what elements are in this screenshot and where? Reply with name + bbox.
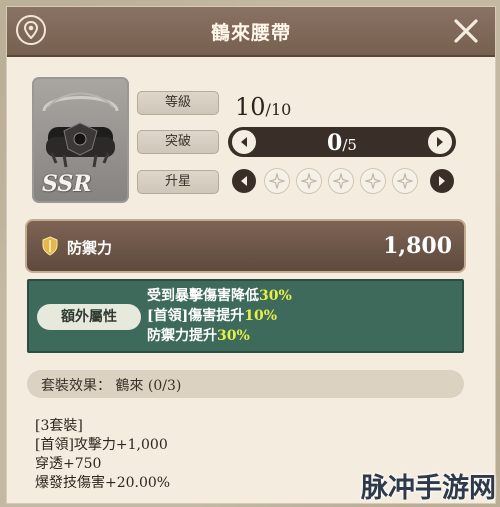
extra-line-text: [首領]傷害提升 bbox=[147, 308, 245, 324]
extra-line-value: 10% bbox=[244, 308, 278, 324]
extra-line-3: 防禦力提升30% bbox=[147, 325, 250, 345]
star-slot-2 bbox=[296, 168, 322, 194]
set-effect-line-4: 爆發技傷害+20.00% bbox=[35, 475, 171, 491]
star-next-button[interactable] bbox=[430, 169, 454, 193]
extra-attributes-label: 額外屬性 bbox=[37, 304, 141, 330]
star-rating bbox=[232, 168, 456, 196]
close-button[interactable] bbox=[451, 16, 481, 46]
chevron-right-icon bbox=[437, 137, 443, 147]
breakthrough-bar: 0/5 bbox=[228, 127, 456, 157]
set-effect-line-1: [3套裝] bbox=[35, 418, 83, 434]
close-icon bbox=[454, 19, 478, 43]
chevron-right-icon bbox=[439, 176, 445, 186]
empty-star-icon bbox=[365, 173, 381, 189]
site-watermark: 脉冲手游网 bbox=[361, 473, 496, 504]
extra-line-2: [首領]傷害提升10% bbox=[147, 305, 277, 325]
star-slot-1 bbox=[264, 168, 290, 194]
extra-line-value: 30% bbox=[259, 288, 292, 304]
breakthrough-current: 0 bbox=[327, 130, 343, 156]
breakthrough-label: 突破 bbox=[137, 130, 219, 154]
empty-star-icon bbox=[397, 173, 413, 189]
star-slot-3 bbox=[328, 168, 354, 194]
empty-star-icon bbox=[333, 173, 349, 189]
extra-attributes-box: 額外屬性 受到暴擊傷害降低30% [首領]傷害提升10% 防禦力提升30% bbox=[27, 279, 464, 353]
breakthrough-next-button[interactable] bbox=[428, 130, 452, 154]
extra-line-text: 防禦力提升 bbox=[147, 328, 217, 344]
panel-header: 鶴來腰帶 bbox=[7, 7, 495, 57]
breakthrough-max: /5 bbox=[342, 136, 357, 154]
defense-value: 1,800 bbox=[383, 233, 452, 259]
extra-line-value: 30% bbox=[217, 328, 250, 344]
chevron-left-icon bbox=[241, 176, 247, 186]
set-effect-header: 套裝效果： 鶴來 (0/3) bbox=[27, 370, 464, 398]
item-icon-frame[interactable]: SSR bbox=[32, 77, 129, 203]
set-effect-line-3: 穿透+750 bbox=[35, 456, 102, 472]
upgrade-star-label: 升星 bbox=[137, 170, 219, 194]
star-slot-5 bbox=[392, 168, 418, 194]
shield-icon bbox=[42, 236, 58, 256]
level-max: /10 bbox=[265, 100, 292, 119]
defense-label: 防禦力 bbox=[67, 239, 113, 257]
star-prev-button[interactable] bbox=[232, 169, 256, 193]
empty-star-icon bbox=[269, 173, 285, 189]
set-effect-line-2: [首領]攻擊力+1,000 bbox=[35, 437, 168, 453]
empty-star-icon bbox=[301, 173, 317, 189]
set-effect-title: 套裝效果： 鶴來 (0/3) bbox=[41, 378, 182, 394]
item-title: 鶴來腰帶 bbox=[210, 22, 291, 44]
level-current: 10 bbox=[235, 93, 266, 121]
star-slot-4 bbox=[360, 168, 386, 194]
level-value: 10/10 bbox=[235, 93, 291, 121]
defense-stat-bar: 防禦力 1,800 bbox=[25, 219, 466, 273]
level-label: 等級 bbox=[137, 91, 219, 115]
rarity-badge: SSR bbox=[42, 171, 92, 197]
breakthrough-value: 0/5 bbox=[228, 130, 456, 156]
extra-line-text: 受到暴擊傷害降低 bbox=[147, 288, 259, 304]
extra-line-1: 受到暴擊傷害降低30% bbox=[147, 285, 292, 305]
item-detail-panel: 鶴來腰帶 SSR 等級 10/10 突破 0/5 升星 防禦力 1,800 額外… bbox=[6, 6, 496, 504]
